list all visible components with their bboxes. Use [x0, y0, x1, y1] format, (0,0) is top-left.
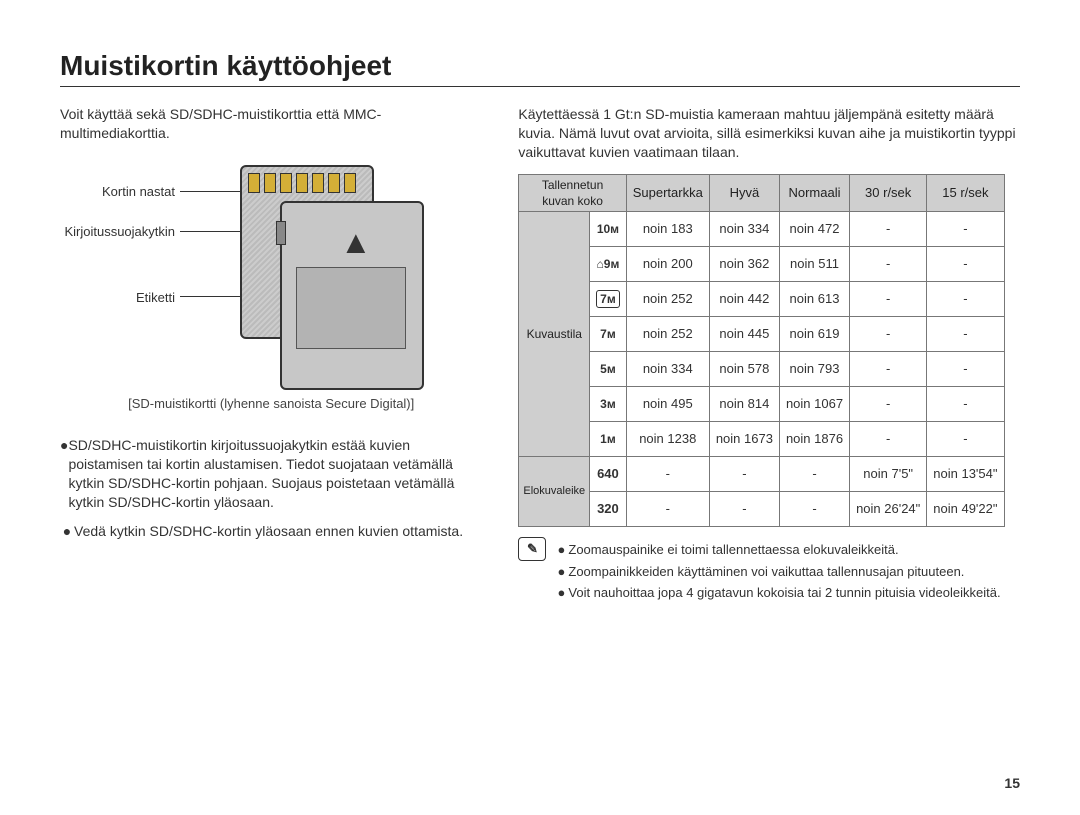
- capacity-cell: noin 252: [626, 282, 709, 317]
- capacity-cell: -: [850, 317, 927, 352]
- capacity-cell: -: [927, 387, 1004, 422]
- bullet-icon: ●: [554, 541, 568, 559]
- size-cell: 1ᴍ: [590, 422, 627, 457]
- capacity-cell: noin 619: [779, 317, 849, 352]
- capacity-cell: noin 578: [709, 352, 779, 387]
- sd-arrow-icon: ▲: [340, 221, 372, 264]
- title-rule: [60, 86, 1020, 87]
- bullet-icon: ●: [60, 436, 68, 512]
- capacity-cell: -: [927, 247, 1004, 282]
- capacity-cell: -: [850, 282, 927, 317]
- page-number: 15: [1004, 775, 1020, 791]
- size-cell: 640: [590, 457, 627, 492]
- capacity-cell: noin 1876: [779, 422, 849, 457]
- capacity-cell: -: [779, 492, 849, 527]
- capacity-cell: noin 252: [626, 317, 709, 352]
- capacity-cell: noin 442: [709, 282, 779, 317]
- capacity-cell: noin 362: [709, 247, 779, 282]
- capacity-cell: noin 445: [709, 317, 779, 352]
- bullet-icon: ●: [554, 584, 568, 602]
- sd-label-area-icon: [296, 267, 406, 349]
- note-1: Zoomauspainike ei toimi tallennettaessa …: [568, 541, 898, 559]
- sd-pins-icon: [248, 173, 356, 193]
- bullet-icon: ●: [554, 563, 568, 581]
- capacity-cell: noin 13'54": [927, 457, 1004, 492]
- capacity-cell: noin 613: [779, 282, 849, 317]
- capacity-cell: -: [927, 282, 1004, 317]
- sd-switch-icon: [276, 221, 286, 245]
- page-title: Muistikortin käyttöohjeet: [60, 50, 1020, 82]
- capacity-cell: noin 200: [626, 247, 709, 282]
- capacity-cell: -: [927, 352, 1004, 387]
- size-cell: 7ᴍ: [590, 317, 627, 352]
- capacity-cell: -: [626, 457, 709, 492]
- capacity-cell: -: [709, 492, 779, 527]
- capacity-cell: -: [927, 212, 1004, 247]
- size-cell: 5ᴍ: [590, 352, 627, 387]
- capacity-cell: -: [850, 212, 927, 247]
- capacity-cell: -: [850, 247, 927, 282]
- size-cell: 3ᴍ: [590, 387, 627, 422]
- right-intro: Käytettäessä 1 Gt:n SD-muistia kameraan …: [518, 105, 1020, 162]
- note-2: Zoompainikkeiden käyttäminen voi vaikutt…: [568, 563, 964, 581]
- row-group-still: Kuvaustila: [519, 212, 590, 457]
- size-cell: 7ᴍ: [590, 282, 627, 317]
- sd-card-figure: Kortin nastat Kirjoitussuojakytkin Etike…: [60, 161, 440, 391]
- fig-label-pins: Kortin nastat: [60, 183, 175, 201]
- col-header: Normaali: [779, 174, 849, 211]
- capacity-cell: noin 1238: [626, 422, 709, 457]
- capacity-cell: noin 183: [626, 212, 709, 247]
- capacity-cell: noin 7'5": [850, 457, 927, 492]
- capacity-cell: -: [850, 422, 927, 457]
- size-cell: 320: [590, 492, 627, 527]
- capacity-cell: -: [626, 492, 709, 527]
- left-intro: Voit käyttää sekä SD/SDHC-muistikorttia …: [60, 105, 482, 143]
- left-bullet-2: Vedä kytkin SD/SDHC-kortin yläosaan enne…: [74, 522, 463, 541]
- note-3: Voit nauhoittaa jopa 4 gigatavun kokoisi…: [568, 584, 1000, 602]
- size-cell: 10ᴍ: [590, 212, 627, 247]
- col-header: Hyvä: [709, 174, 779, 211]
- col-header: 15 r/sek: [927, 174, 1004, 211]
- capacity-cell: noin 49'22": [927, 492, 1004, 527]
- capacity-table: Tallennetun kuvan koko Supertarkka Hyvä …: [518, 174, 1004, 527]
- capacity-cell: -: [779, 457, 849, 492]
- capacity-cell: noin 472: [779, 212, 849, 247]
- figure-caption: [SD-muistikortti (lyhenne sanoista Secur…: [60, 395, 482, 413]
- capacity-cell: noin 334: [626, 352, 709, 387]
- capacity-cell: noin 1673: [709, 422, 779, 457]
- capacity-cell: noin 1067: [779, 387, 849, 422]
- col-header: Supertarkka: [626, 174, 709, 211]
- capacity-cell: noin 495: [626, 387, 709, 422]
- capacity-cell: -: [709, 457, 779, 492]
- capacity-cell: -: [850, 352, 927, 387]
- bullet-icon: ●: [60, 522, 74, 541]
- capacity-cell: noin 511: [779, 247, 849, 282]
- col-header-size: Tallennetun kuvan koko: [519, 174, 626, 211]
- capacity-cell: -: [927, 422, 1004, 457]
- capacity-cell: noin 793: [779, 352, 849, 387]
- size-cell: ⌂9ᴍ: [590, 247, 627, 282]
- fig-label-sticker: Etiketti: [60, 289, 175, 307]
- col-header: 30 r/sek: [850, 174, 927, 211]
- capacity-cell: noin 26'24": [850, 492, 927, 527]
- capacity-cell: noin 334: [709, 212, 779, 247]
- capacity-cell: noin 814: [709, 387, 779, 422]
- capacity-cell: -: [850, 387, 927, 422]
- fig-label-switch: Kirjoitussuojakytkin: [60, 223, 175, 241]
- note-icon: ✎: [518, 537, 546, 561]
- capacity-cell: -: [927, 317, 1004, 352]
- row-group-movie: Elokuvaleike: [519, 457, 590, 527]
- left-bullet-1: SD/SDHC-muistikortin kirjoitussuojakytki…: [68, 436, 482, 512]
